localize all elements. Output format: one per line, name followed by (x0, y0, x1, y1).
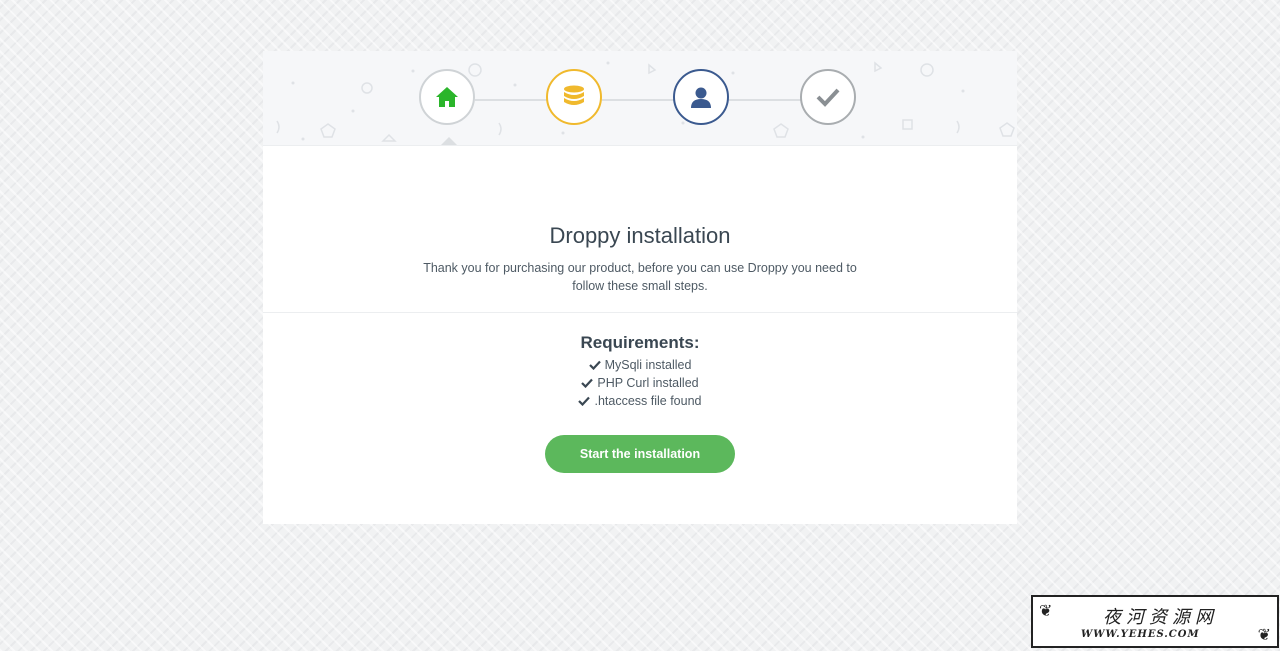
checkmark-icon (588, 360, 601, 370)
requirements-title: Requirements: (580, 333, 700, 352)
start-installation-button[interactable]: Start the installation (545, 435, 735, 473)
step-finish[interactable] (800, 69, 856, 125)
requirement-label: .htaccess file found (594, 394, 702, 408)
check-icon (816, 88, 840, 107)
requirement-label: PHP Curl installed (597, 376, 699, 390)
requirement-item: MySqli installed (263, 356, 1017, 374)
watermark-logo: ❦ ❦ 夜河资源网 WWW.YEHES.COM (1031, 595, 1279, 648)
requirement-item: .htaccess file found (263, 392, 1017, 410)
page-title: Droppy installation (549, 223, 731, 248)
decorative-shapes (276, 61, 1015, 142)
step-home[interactable] (419, 69, 475, 125)
step-database[interactable] (546, 69, 602, 125)
section-divider (263, 312, 1017, 313)
step-connector (602, 99, 674, 101)
step-connector (729, 99, 801, 101)
requirement-label: MySqli installed (604, 358, 692, 372)
step-user[interactable] (673, 69, 729, 125)
home-icon (436, 87, 458, 107)
user-icon (691, 87, 711, 108)
steps-header (263, 51, 1017, 146)
watermark-url: WWW.YEHES.COM (1081, 629, 1200, 640)
requirements-list: MySqli installed PHP Curl installed .hta… (263, 356, 1017, 410)
checkmark-icon (581, 378, 594, 388)
step-connector (475, 99, 547, 101)
active-step-pointer (441, 137, 457, 145)
checkmark-icon (578, 396, 591, 406)
ornament-icon: ❦ (1257, 625, 1271, 644)
installer-card: Droppy installation Thank you for purcha… (263, 51, 1017, 524)
page-description: Thank you for purchasing our product, be… (423, 261, 857, 293)
database-icon (564, 85, 584, 105)
ornament-icon: ❦ (1039, 601, 1053, 620)
requirement-item: PHP Curl installed (263, 374, 1017, 392)
watermark-chinese: 夜河资源网 (1103, 607, 1218, 628)
